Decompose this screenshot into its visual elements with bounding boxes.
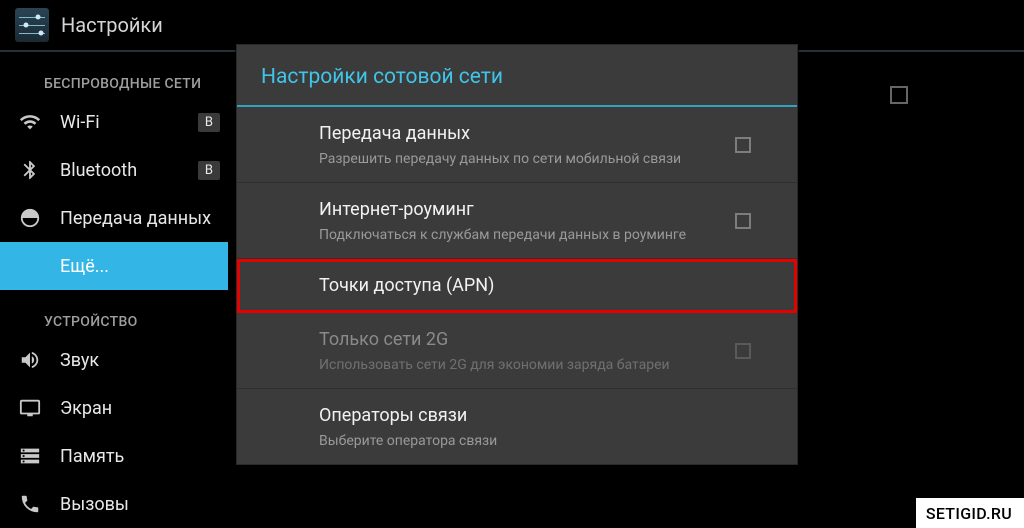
sidebar-item-more[interactable]: Ещё... (0, 242, 228, 290)
checkbox[interactable] (735, 137, 751, 153)
dialog-list: Передача данных Разрешить передачу данных… (237, 107, 797, 464)
row-subtitle: Подключаться к службам передачи данных в… (319, 226, 725, 244)
row-subtitle: Использовать сети 2G для экономии заряда… (319, 356, 725, 374)
sidebar-item-storage[interactable]: Память (0, 432, 228, 480)
sidebar-item-label: Экран (60, 398, 228, 419)
cellular-settings-dialog: Настройки сотовой сети Передача данных Ра… (236, 44, 798, 465)
sound-icon (0, 349, 60, 371)
settings-sidebar: БЕСПРОВОДНЫЕ СЕТИWi-FiВBluetoothВПередач… (0, 52, 228, 528)
sidebar-item-wifi[interactable]: Wi-FiВ (0, 98, 228, 146)
bluetooth-icon (0, 159, 60, 181)
data-icon (0, 207, 60, 229)
sidebar-item-label: Передача данных (60, 208, 228, 229)
wifi-icon (0, 111, 60, 133)
row-data-enabled[interactable]: Передача данных Разрешить передачу данных… (237, 107, 797, 183)
sidebar-item-label: Звук (60, 350, 228, 371)
row-apn[interactable]: Точки доступа (APN) (237, 259, 797, 313)
section-label: БЕСПРОВОДНЫЕ СЕТИ (0, 52, 228, 98)
row-title: Передача данных (319, 121, 725, 147)
row-title: Только сети 2G (319, 327, 725, 353)
sidebar-item-label: Ещё... (60, 256, 228, 277)
checkbox-placeholder[interactable] (890, 86, 908, 104)
dialog-title: Настройки сотовой сети (237, 45, 797, 105)
calls-icon (0, 493, 60, 515)
sidebar-item-bluetooth[interactable]: BluetoothВ (0, 146, 228, 194)
row-title: Интернет-роуминг (319, 197, 725, 223)
toggle-pill[interactable]: В (198, 161, 220, 180)
row-title: Точки доступа (APN) (319, 273, 722, 299)
row-subtitle: Выберите оператора связи (319, 432, 725, 450)
app-bar: Настройки (0, 0, 1024, 50)
sidebar-item-calls[interactable]: Вызовы (0, 480, 228, 528)
row-subtitle: Разрешить передачу данных по сети мобиль… (319, 150, 725, 168)
row-2g-only: Только сети 2G Использовать сети 2G для э… (237, 313, 797, 389)
checkbox[interactable] (735, 213, 751, 229)
row-data-roaming[interactable]: Интернет-роуминг Подключаться к службам п… (237, 183, 797, 259)
sidebar-item-label: Bluetooth (60, 160, 198, 181)
sidebar-item-sound[interactable]: Звук (0, 336, 228, 384)
settings-app-icon (15, 8, 49, 42)
sidebar-item-label: Вызовы (60, 494, 228, 515)
sidebar-item-label: Память (60, 446, 228, 467)
section-label: УСТРОЙСТВО (0, 290, 228, 336)
watermark: SETIGID.RU (916, 498, 1024, 528)
app-title: Настройки (61, 13, 163, 37)
sidebar-item-display[interactable]: Экран (0, 384, 228, 432)
sidebar-item-data[interactable]: Передача данных (0, 194, 228, 242)
row-operators[interactable]: Операторы связи Выберите оператора связи (237, 389, 797, 464)
row-title: Операторы связи (319, 403, 725, 429)
sidebar-item-label: Wi-Fi (60, 112, 198, 133)
checkbox (735, 343, 751, 359)
display-icon (0, 397, 60, 419)
storage-icon (0, 445, 60, 467)
toggle-pill[interactable]: В (198, 113, 220, 132)
